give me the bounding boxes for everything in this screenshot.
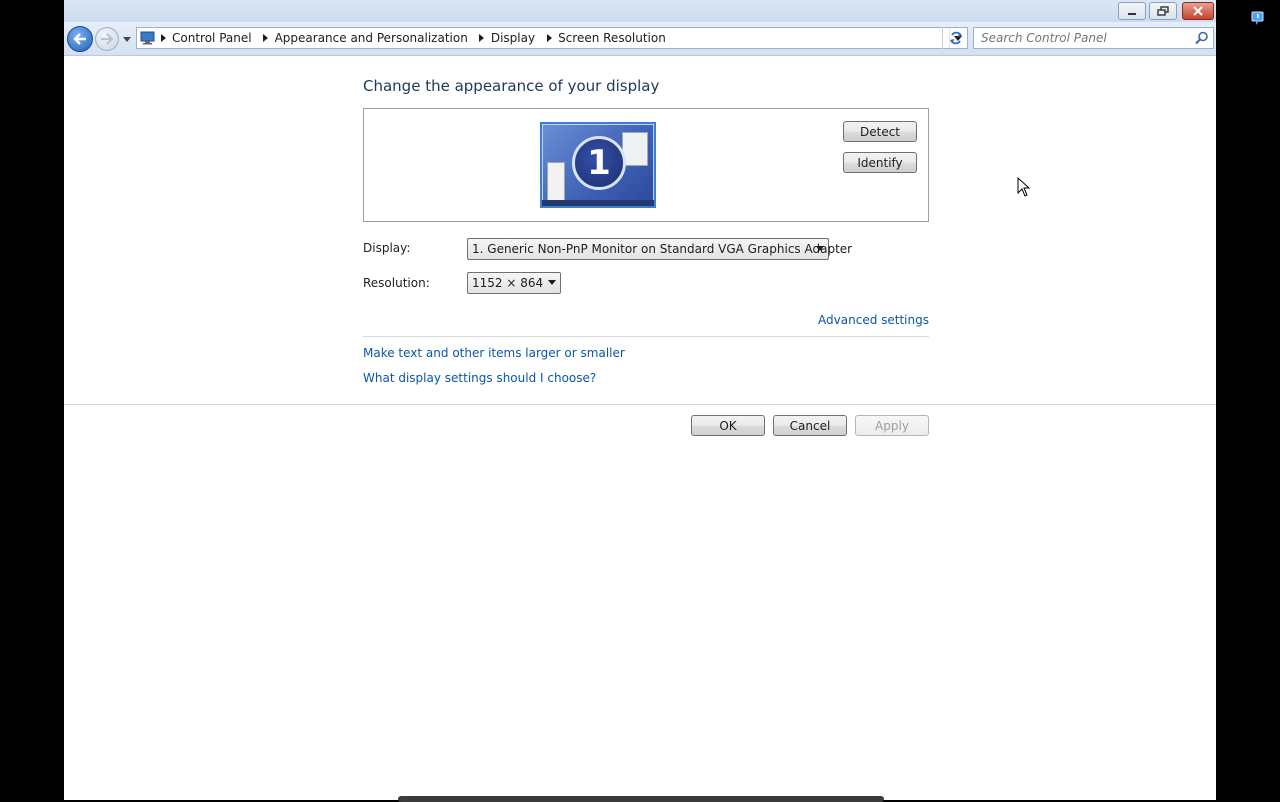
resolution-select[interactable]: 1152 × 864 — [467, 272, 561, 294]
forward-arrow-icon — [101, 33, 114, 45]
control-panel-icon — [140, 31, 156, 45]
breadcrumb-root-arrow[interactable] — [156, 28, 170, 48]
identify-button[interactable]: Identify — [843, 152, 917, 173]
breadcrumb-screen-resolution[interactable]: Screen Resolution — [556, 28, 673, 48]
page-title: Change the appearance of your display — [363, 77, 660, 95]
search-box[interactable] — [973, 27, 1214, 49]
display-preview-area: 1 Detect Identify — [363, 108, 929, 222]
display-select[interactable]: 1. Generic Non-PnP Monitor on Standard V… — [467, 238, 852, 260]
advanced-settings-link[interactable]: Advanced settings — [818, 313, 929, 327]
detect-button[interactable]: Detect — [843, 121, 917, 142]
ok-button[interactable]: OK — [691, 415, 765, 436]
breadcrumb-label: Appearance and Personalization — [274, 31, 468, 45]
refresh-button[interactable] — [942, 27, 968, 49]
restore-button[interactable] — [1149, 2, 1177, 20]
action-center-flag-icon[interactable] — [1250, 10, 1266, 26]
display-select-value: 1. Generic Non-PnP Monitor on Standard V… — [472, 242, 853, 256]
search-input[interactable] — [974, 28, 1189, 48]
chevron-down-icon — [548, 280, 556, 285]
make-text-larger-link[interactable]: Make text and other items larger or smal… — [363, 346, 625, 360]
taskbar-thumbnail — [542, 200, 654, 206]
chevron-right-icon — [259, 28, 273, 48]
breadcrumb-control-panel[interactable]: Control Panel — [170, 28, 273, 48]
chevron-down-icon — [816, 246, 824, 251]
minimize-button[interactable] — [1118, 2, 1146, 20]
breadcrumb-label: Control Panel — [172, 31, 252, 45]
monitor-thumbnail[interactable]: 1 — [540, 122, 656, 208]
resolution-label: Resolution: — [363, 276, 430, 290]
chevron-down-icon — [123, 36, 131, 42]
cancel-button[interactable]: Cancel — [773, 415, 847, 436]
close-icon — [1193, 6, 1203, 16]
resolution-select-value: 1152 × 864 — [472, 276, 544, 290]
display-label: Display: — [363, 241, 411, 255]
address-bar[interactable]: Control Panel Appearance and Personaliza… — [136, 27, 968, 49]
breadcrumb-display[interactable]: Display — [489, 28, 556, 48]
navigation-bar: Control Panel Appearance and Personaliza… — [64, 22, 1216, 56]
minimize-icon — [1128, 13, 1136, 15]
forward-button[interactable] — [95, 27, 119, 51]
close-button[interactable] — [1182, 2, 1214, 20]
chevron-right-icon — [475, 28, 489, 48]
chevron-right-icon — [156, 28, 170, 48]
bottom-scroll-bar — [398, 796, 884, 802]
apply-button: Apply — [855, 415, 929, 436]
back-arrow-icon — [73, 33, 86, 45]
restore-icon — [1157, 6, 1169, 16]
search-icon[interactable] — [1195, 31, 1209, 45]
refresh-icon — [949, 31, 962, 45]
screen-resolution-window: Control Panel Appearance and Personaliza… — [64, 0, 1216, 802]
breadcrumb-appearance[interactable]: Appearance and Personalization — [273, 28, 489, 48]
recent-pages-button[interactable] — [122, 34, 132, 44]
footer-divider — [64, 404, 1216, 405]
mouse-cursor-icon — [1017, 177, 1031, 197]
window-thumbnail-icon — [547, 162, 565, 202]
back-button[interactable] — [67, 26, 93, 52]
section-divider — [363, 336, 929, 337]
chevron-right-icon — [542, 28, 556, 48]
breadcrumb-label: Screen Resolution — [558, 31, 666, 45]
display-settings-help-link[interactable]: What display settings should I choose? — [363, 371, 596, 385]
monitor-number-badge: 1 — [572, 136, 626, 190]
breadcrumb-label: Display — [490, 31, 536, 45]
title-bar[interactable] — [64, 0, 1216, 22]
